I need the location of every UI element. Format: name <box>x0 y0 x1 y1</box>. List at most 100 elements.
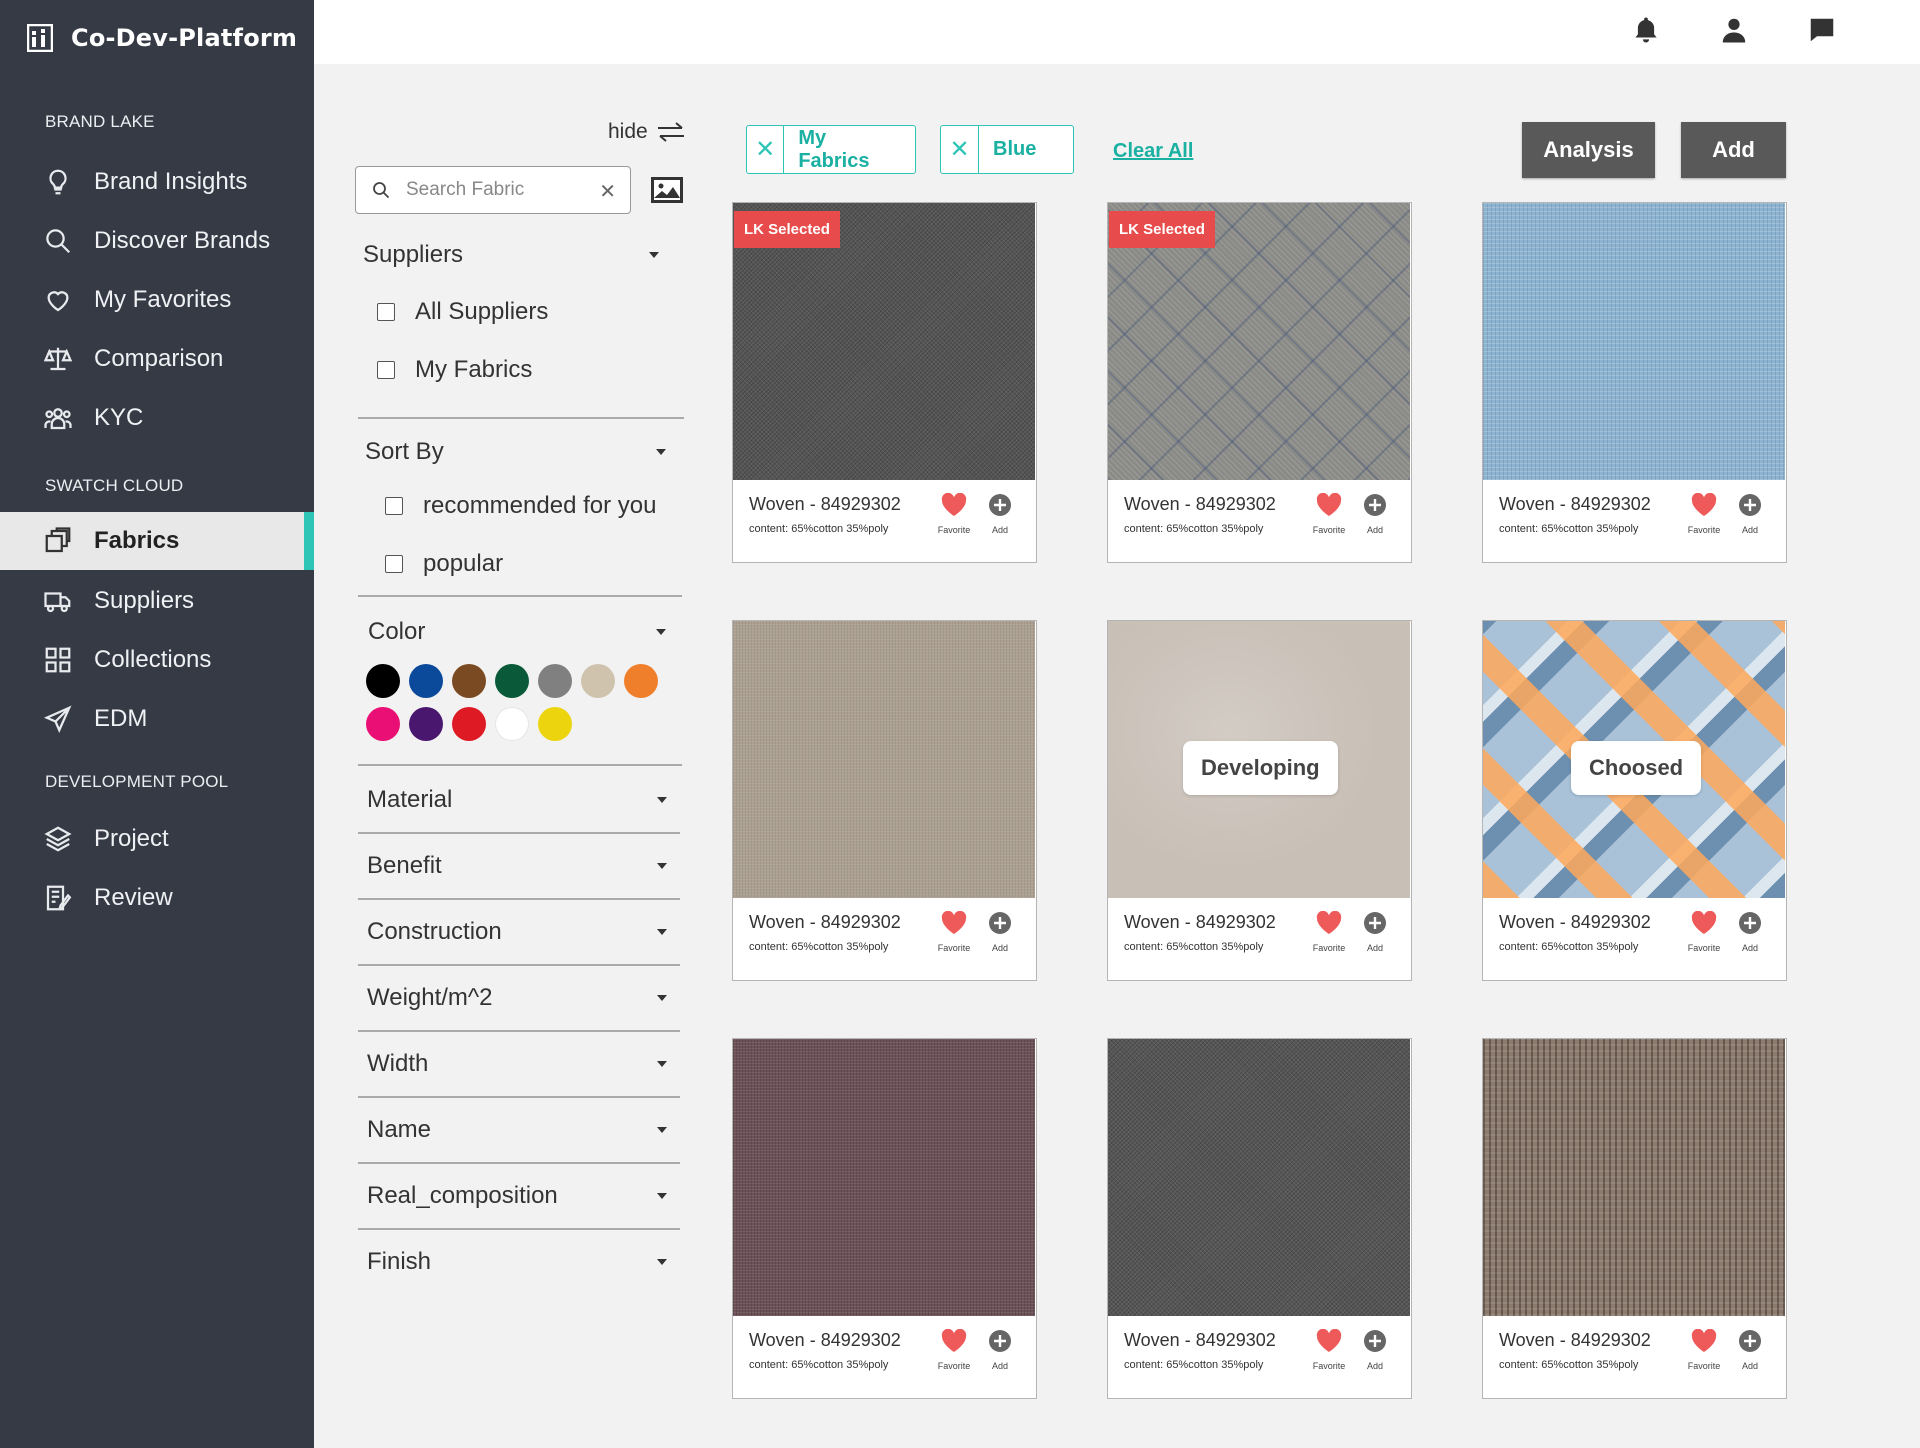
fabric-card[interactable]: Woven - 84929302 content: 65%cotton 35%po… <box>1107 1038 1412 1399</box>
sidebar-item-project[interactable]: Project <box>0 810 314 868</box>
filter-name-header[interactable]: Name <box>367 1116 667 1144</box>
close-icon[interactable]: ✕ <box>747 126 785 173</box>
color-swatch[interactable] <box>495 707 529 741</box>
checkbox[interactable] <box>385 497 403 515</box>
favorite-button[interactable]: Favorite <box>1687 1328 1721 1371</box>
search-icon <box>373 182 390 199</box>
sidebar-item-my-favorites[interactable]: My Favorites <box>0 271 314 329</box>
checkbox[interactable] <box>377 361 395 379</box>
image-search-icon[interactable] <box>650 176 684 204</box>
color-swatch[interactable] <box>581 664 615 698</box>
fabric-card[interactable]: LK Selected Woven - 84929302 content: 65%c… <box>732 202 1037 563</box>
checkbox-recommended[interactable]: recommended for you <box>385 492 656 520</box>
add-to-list-button[interactable]: Add <box>1358 493 1392 535</box>
close-icon[interactable]: ✕ <box>599 179 616 204</box>
favorite-button[interactable]: Favorite <box>1312 910 1346 953</box>
chat-icon[interactable] <box>1804 12 1840 48</box>
favorite-button[interactable]: Favorite <box>937 492 971 535</box>
favorite-button[interactable]: Favorite <box>1312 492 1346 535</box>
fabric-image[interactable] <box>733 1039 1035 1316</box>
filter-real-composition-header[interactable]: Real_composition <box>367 1182 667 1210</box>
favorite-button[interactable]: Favorite <box>1312 1328 1346 1371</box>
filter-color-header[interactable]: Color <box>368 618 666 646</box>
sidebar-item-suppliers[interactable]: Suppliers <box>0 572 314 630</box>
checkbox[interactable] <box>377 303 395 321</box>
add-to-list-button[interactable]: Add <box>1358 1329 1392 1371</box>
fabric-image[interactable] <box>1483 1039 1785 1316</box>
filter-weight-m-2-header[interactable]: Weight/m^2 <box>367 984 667 1012</box>
clear-all-link[interactable]: Clear All <box>1113 140 1193 163</box>
filter-finish-header[interactable]: Finish <box>367 1248 667 1276</box>
filter-benefit-header[interactable]: Benefit <box>367 852 667 880</box>
color-swatch[interactable] <box>366 664 400 698</box>
fabric-image[interactable] <box>733 621 1035 898</box>
user-icon[interactable] <box>1716 12 1752 48</box>
filter-title: Width <box>367 1050 429 1077</box>
sidebar-item-review[interactable]: Review <box>0 869 314 927</box>
add-to-list-button[interactable]: Add <box>1733 493 1767 535</box>
filter-width-header[interactable]: Width <box>367 1050 667 1078</box>
bell-icon[interactable] <box>1628 12 1664 48</box>
add-to-list-button[interactable]: Add <box>1358 911 1392 953</box>
color-swatch[interactable] <box>452 664 486 698</box>
plus-circle-icon <box>1364 1330 1386 1352</box>
plus-circle-icon <box>1739 912 1761 934</box>
favorite-button[interactable]: Favorite <box>1687 910 1721 953</box>
fabric-card[interactable]: Woven - 84929302 content: 65%cotton 35%po… <box>732 1038 1037 1399</box>
fabric-card[interactable]: Woven - 84929302 content: 65%cotton 35%po… <box>732 620 1037 981</box>
chip-blue[interactable]: ✕ Blue <box>940 125 1074 174</box>
close-icon[interactable]: ✕ <box>941 126 979 173</box>
divider <box>358 1096 680 1098</box>
add-to-list-button[interactable]: Add <box>983 911 1017 953</box>
fabric-card[interactable]: Choosed Woven - 84929302 content: 65%cotto… <box>1482 620 1787 981</box>
hide-filters-toggle[interactable]: hide <box>608 120 686 144</box>
filter-suppliers-header[interactable]: Suppliers <box>363 241 659 269</box>
analysis-button[interactable]: Analysis <box>1522 122 1655 178</box>
chevron-down-icon <box>656 449 666 455</box>
color-swatch[interactable] <box>495 664 529 698</box>
add-to-list-button[interactable]: Add <box>983 493 1017 535</box>
filter-construction-header[interactable]: Construction <box>367 918 667 946</box>
search-input[interactable] <box>406 179 586 201</box>
brand[interactable]: Co-Dev-Platform <box>27 18 297 58</box>
filter-material-header[interactable]: Material <box>367 786 667 814</box>
checkbox[interactable] <box>385 555 403 573</box>
add-button[interactable]: Add <box>1681 122 1786 178</box>
filter-sort-by-header[interactable]: Sort By <box>365 438 666 466</box>
color-swatch[interactable] <box>538 664 572 698</box>
fabric-card[interactable]: Woven - 84929302 content: 65%cotton 35%po… <box>1482 202 1787 563</box>
color-swatch[interactable] <box>452 707 486 741</box>
favorite-label: Favorite <box>1687 525 1721 535</box>
sidebar-item-brand-insights[interactable]: Brand Insights <box>0 153 314 211</box>
sidebar-item-discover-brands[interactable]: Discover Brands <box>0 212 314 270</box>
checkbox-my-fabrics[interactable]: My Fabrics <box>377 356 532 384</box>
chip-my-fabrics[interactable]: ✕ My Fabrics <box>746 125 916 174</box>
chevron-down-icon <box>657 1127 667 1133</box>
fabric-image[interactable] <box>1108 1039 1410 1316</box>
checkbox-all-suppliers[interactable]: All Suppliers <box>377 298 548 326</box>
fabric-card[interactable]: Developing Woven - 84929302 content: 65%co… <box>1107 620 1412 981</box>
fabric-image[interactable] <box>1483 203 1785 480</box>
sidebar-item-fabrics[interactable]: Fabrics <box>0 512 314 570</box>
sidebar-item-kyc[interactable]: KYC <box>0 389 314 447</box>
fabric-card[interactable]: LK Selected Woven - 84929302 content: 65%c… <box>1107 202 1412 563</box>
favorite-label: Favorite <box>937 525 971 535</box>
color-swatch[interactable] <box>366 707 400 741</box>
favorite-button[interactable]: Favorite <box>1687 492 1721 535</box>
color-swatch[interactable] <box>538 707 572 741</box>
divider <box>358 898 680 900</box>
add-to-list-button[interactable]: Add <box>983 1329 1017 1371</box>
color-swatch[interactable] <box>409 707 443 741</box>
add-to-list-button[interactable]: Add <box>1733 1329 1767 1371</box>
sidebar-item-comparison[interactable]: Comparison <box>0 330 314 388</box>
add-to-list-button[interactable]: Add <box>1733 911 1767 953</box>
favorite-button[interactable]: Favorite <box>937 910 971 953</box>
checkbox-popular[interactable]: popular <box>385 550 503 578</box>
color-swatch[interactable] <box>624 664 658 698</box>
sidebar-item-edm[interactable]: EDM <box>0 690 314 748</box>
fabric-card[interactable]: Woven - 84929302 content: 65%cotton 35%po… <box>1482 1038 1787 1399</box>
color-swatch[interactable] <box>409 664 443 698</box>
sidebar-item-collections[interactable]: Collections <box>0 631 314 689</box>
favorite-button[interactable]: Favorite <box>937 1328 971 1371</box>
divider <box>358 1228 680 1230</box>
